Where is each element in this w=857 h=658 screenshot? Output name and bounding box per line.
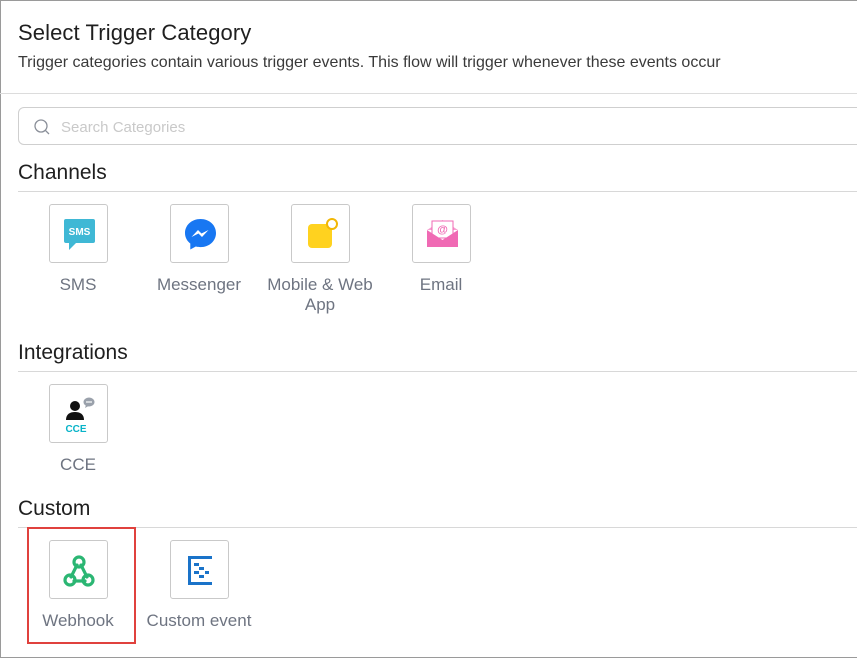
section-title-custom: Custom: [18, 497, 91, 520]
cce-icon: CCE: [65, 397, 94, 435]
category-sms[interactable]: SMS SMS: [18, 204, 138, 295]
mobile-web-app-icon-box: [290, 204, 350, 263]
category-label-email: Email: [419, 275, 463, 294]
category-label-custom-event: Custom event: [146, 611, 252, 630]
email-icon: @: [426, 220, 458, 247]
search-input[interactable]: [59, 116, 763, 138]
category-label-messenger: Messenger: [156, 275, 242, 294]
section-title-channels: Channels: [18, 161, 107, 184]
category-email[interactable]: @ Email: [381, 204, 501, 295]
messenger-icon-box: [169, 204, 229, 263]
section-divider-custom: [18, 527, 857, 528]
email-icon-text: @: [437, 224, 448, 236]
category-mobile-web-app[interactable]: Mobile & Web App: [260, 204, 380, 315]
email-icon-box: @: [411, 204, 471, 263]
category-cce[interactable]: CCE CCE: [18, 384, 138, 475]
sms-icon-text: SMS: [68, 227, 90, 238]
messenger-icon: [184, 219, 216, 250]
header-divider: [0, 93, 857, 94]
cce-icon-text: CCE: [65, 424, 86, 435]
category-custom-event[interactable]: Custom event: [139, 540, 259, 631]
mobile-web-app-icon: [307, 218, 338, 248]
custom-event-icon-box: [169, 540, 229, 599]
section-divider-channels: [18, 191, 857, 192]
category-messenger[interactable]: Messenger: [139, 204, 259, 295]
sms-icon-box: SMS: [48, 204, 108, 263]
sms-icon: SMS: [63, 219, 95, 250]
section-divider-integrations: [18, 371, 857, 372]
category-label-sms: SMS: [59, 275, 97, 294]
category-label-mobile-web-app: Mobile & Web App: [267, 275, 373, 314]
page-title: Select Trigger Category: [18, 20, 252, 45]
section-title-integrations: Integrations: [18, 341, 128, 364]
cce-icon-box: CCE: [48, 384, 108, 443]
page-subtitle: Trigger categories contain various trigg…: [18, 54, 721, 71]
custom-event-icon: [187, 556, 212, 585]
search-box[interactable]: [18, 107, 857, 145]
webhook-highlight-box: [27, 527, 136, 644]
search-icon: [34, 119, 50, 140]
category-label-cce: CCE: [60, 455, 96, 474]
